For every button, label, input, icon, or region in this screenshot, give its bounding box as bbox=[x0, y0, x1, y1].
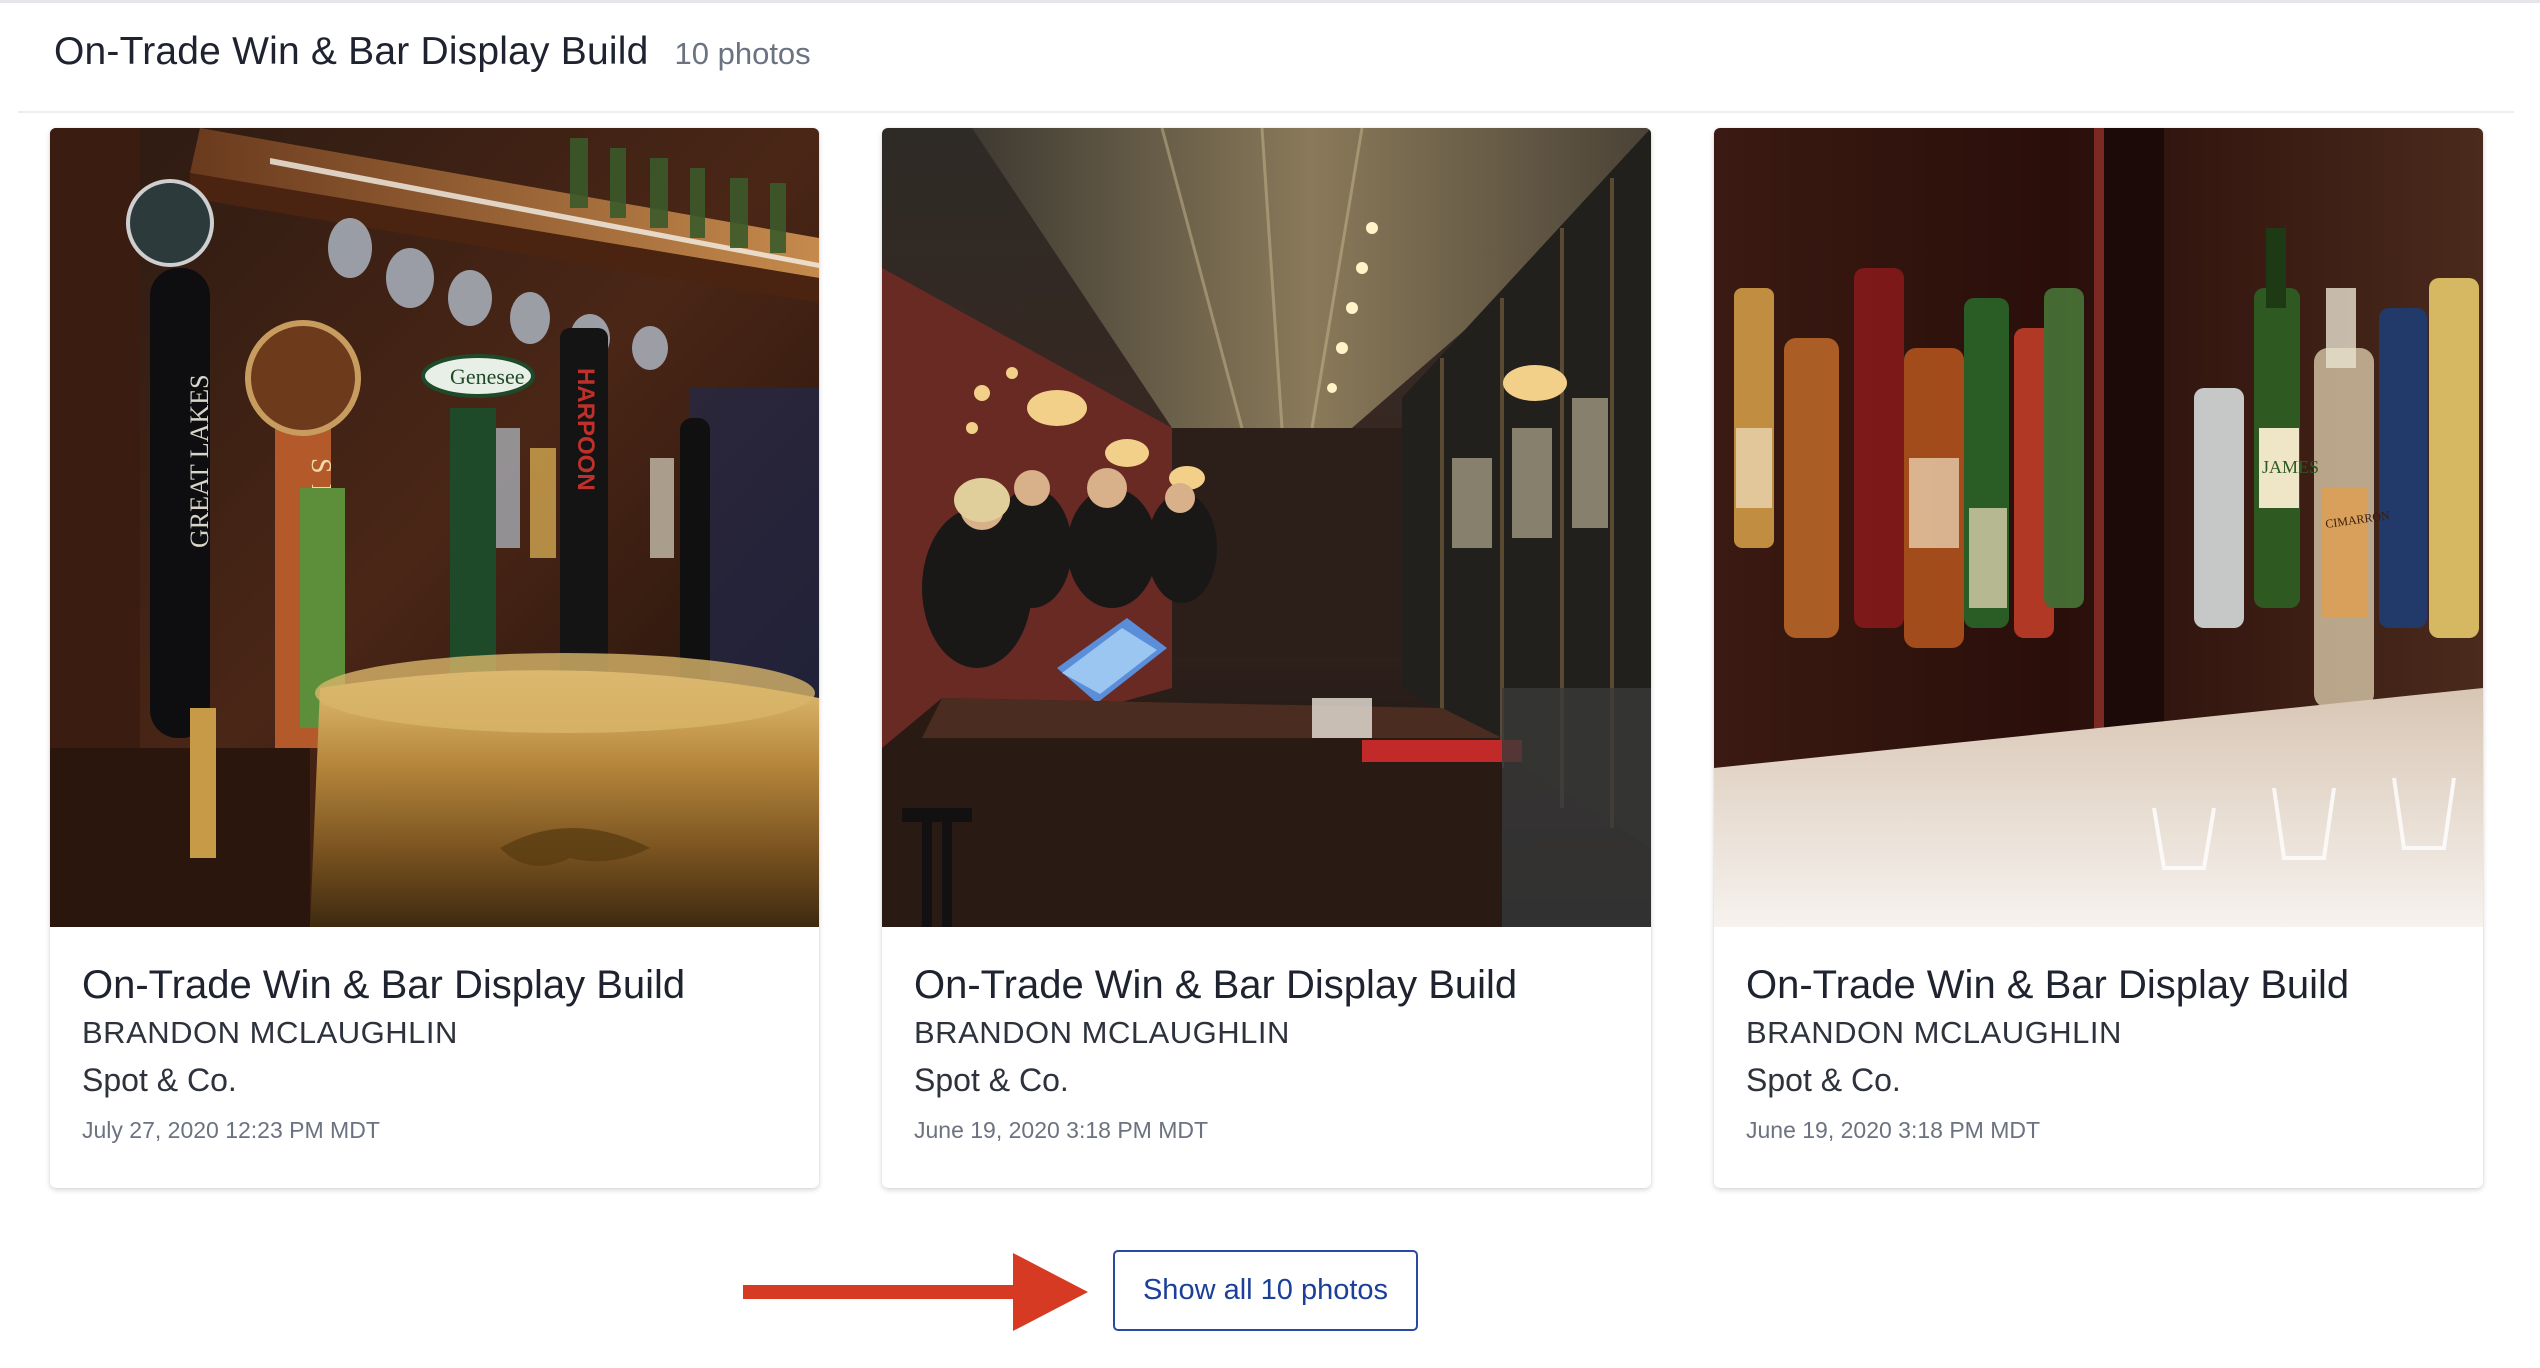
show-all-photos-button[interactable]: Show all 10 photos bbox=[1113, 1250, 1418, 1331]
right-arrow-icon bbox=[743, 1253, 1088, 1331]
tap-label-genesee: Genesee bbox=[450, 364, 525, 389]
card-date: June 19, 2020 3:18 PM MDT bbox=[914, 1116, 1209, 1143]
card-author: BRANDON MCLAUGHLIN bbox=[1746, 1015, 2122, 1050]
card-organization: Spot & Co. bbox=[82, 1062, 237, 1099]
bottle-label-james: JAMES bbox=[2262, 457, 2319, 477]
album-header: On-Trade Win & Bar Display Build 10 phot… bbox=[54, 30, 811, 74]
beer-taps-photo[interactable]: GREAT LAKES SIERRA Genesee HARPOON bbox=[50, 128, 819, 927]
tap-label-harpoon: HARPOON bbox=[572, 368, 599, 491]
card-author: BRANDON MCLAUGHLIN bbox=[82, 1015, 458, 1050]
album-title: On-Trade Win & Bar Display Build bbox=[54, 30, 649, 73]
card-author: BRANDON MCLAUGHLIN bbox=[914, 1015, 1290, 1050]
card-organization: Spot & Co. bbox=[1746, 1062, 1901, 1099]
card-organization: Spot & Co. bbox=[914, 1062, 1069, 1099]
tap-label-great-lakes: GREAT LAKES bbox=[185, 374, 214, 548]
liquor-bottles-photo[interactable]: JAMES CIMARRON bbox=[1714, 128, 2483, 927]
photo-count: 10 photos bbox=[674, 36, 811, 71]
bar-interior-photo[interactable] bbox=[882, 128, 1651, 927]
header-divider bbox=[18, 111, 2514, 113]
card-date: July 27, 2020 12:23 PM MDT bbox=[82, 1116, 380, 1143]
card-date: June 19, 2020 3:18 PM MDT bbox=[1746, 1116, 2041, 1143]
card-title: On-Trade Win & Bar Display Build bbox=[914, 963, 1518, 1007]
photo-card[interactable]: JAMES CIMARRON On-Trade Win & Bar Displa… bbox=[1714, 128, 2483, 1188]
card-title: On-Trade Win & Bar Display Build bbox=[82, 963, 686, 1007]
photo-card[interactable]: On-Trade Win & Bar Display Build BRANDON… bbox=[882, 128, 1651, 1188]
top-divider bbox=[0, 0, 2540, 3]
photo-card[interactable]: GREAT LAKES SIERRA Genesee HARPOON bbox=[50, 128, 819, 1188]
album-page: On-Trade Win & Bar Display Build 10 phot… bbox=[0, 0, 2540, 1368]
card-title: On-Trade Win & Bar Display Build bbox=[1746, 963, 2350, 1007]
